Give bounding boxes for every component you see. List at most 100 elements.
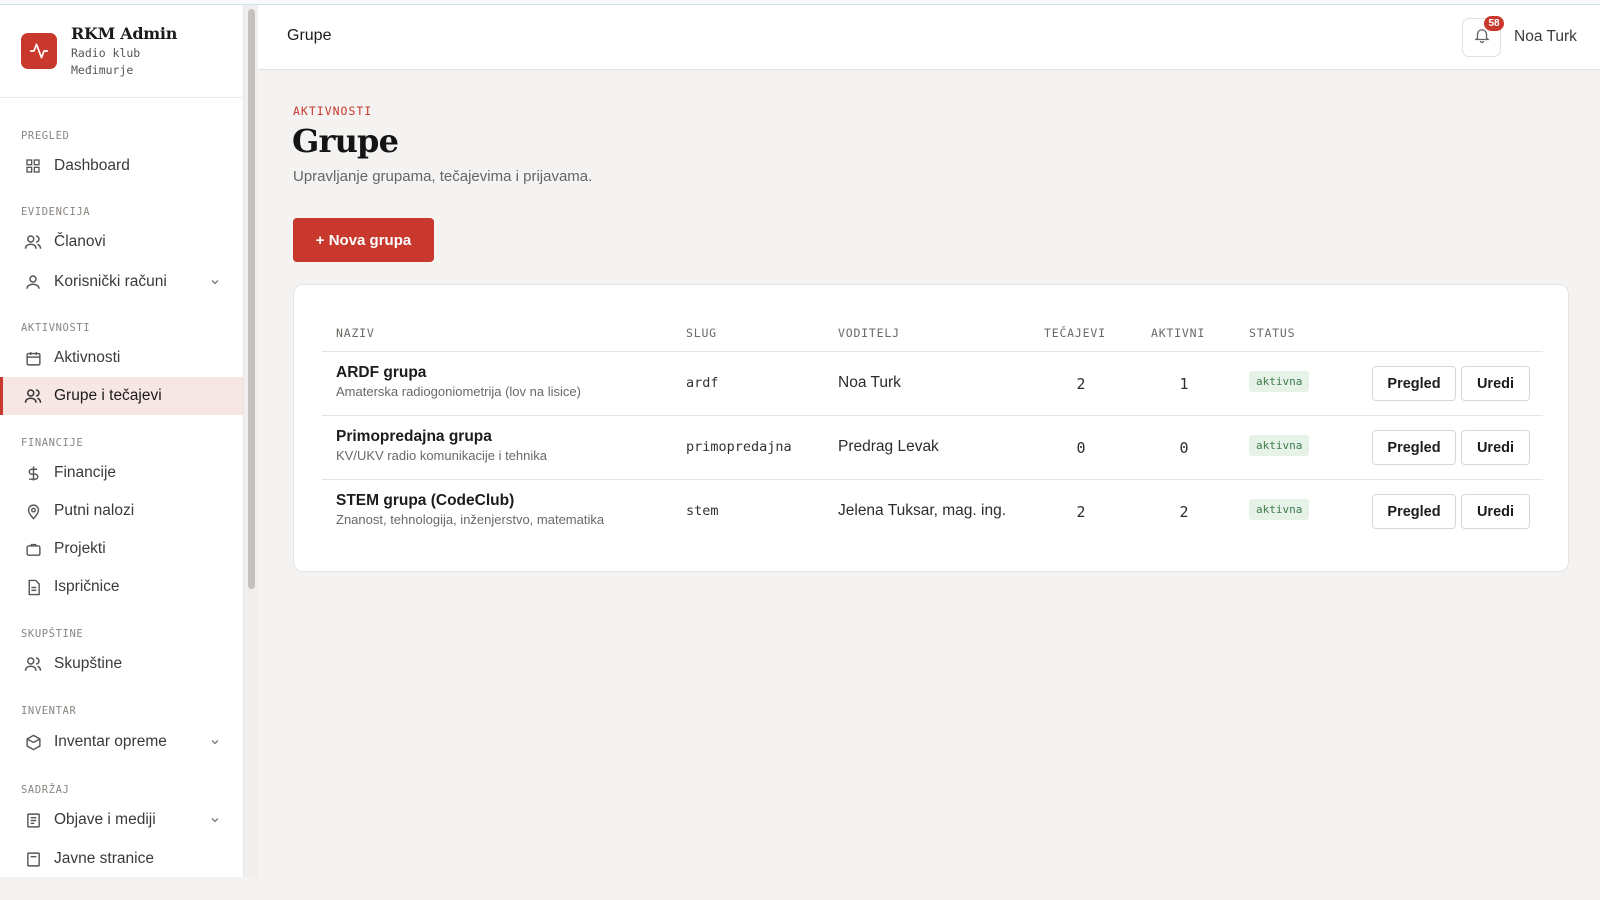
chevron-down-icon: [209, 813, 221, 831]
group-leader: Predrag Levak: [838, 438, 939, 455]
column-header-tecajevi: TEČAJEVI: [1044, 326, 1106, 340]
scrollbar-thumb[interactable]: [248, 9, 255, 589]
sidebar-item-label: Članovi: [54, 233, 106, 250]
map-pin-icon: [24, 502, 42, 520]
view-button[interactable]: Pregled: [1372, 366, 1456, 401]
sidebar-item-clanovi[interactable]: Članovi: [0, 223, 243, 261]
sidebar: RKM Admin Radio klub Međimurje PREGLED D…: [0, 5, 244, 877]
box-icon: [24, 733, 42, 751]
sidebar-item-financije[interactable]: Financije: [0, 454, 243, 492]
sidebar-item-aktivnosti[interactable]: Aktivnosti: [0, 339, 243, 377]
newspaper-icon: [24, 811, 42, 829]
sidebar-item-label: Skupštine: [54, 655, 123, 672]
table-row: Primopredajna grupa KV/UKV radio komunik…: [294, 416, 1570, 479]
chevron-down-icon: [209, 735, 221, 753]
brand-subtitle-line1: Radio klub: [71, 46, 141, 60]
edit-button[interactable]: Uredi: [1461, 430, 1530, 465]
document-icon: [24, 578, 42, 596]
sidebar-item-label: Korisnički računi: [54, 273, 167, 290]
group-slug: ardf: [686, 375, 719, 391]
sidebar-item-label: Grupe i tečajevi: [54, 387, 162, 404]
group-slug: primopredajna: [686, 439, 792, 455]
sidebar-item-label: Javne stranice: [54, 850, 154, 867]
page-eyebrow: AKTIVNOSTI: [293, 104, 373, 118]
sidebar-item-javne-stranice[interactable]: Javne stranice: [0, 840, 243, 877]
group-leader: Jelena Tuksar, mag. ing.: [838, 502, 1007, 519]
sidebar-item-putni-nalozi[interactable]: Putni nalozi: [0, 492, 243, 530]
section-pregled: PREGLED: [21, 130, 70, 142]
status-badge: aktivna: [1249, 499, 1310, 520]
group-courses: 2: [1076, 503, 1086, 521]
sidebar-item-label: Aktivnosti: [54, 349, 121, 366]
section-inventar: INVENTAR: [21, 705, 77, 717]
status-badge: aktivna: [1249, 371, 1310, 392]
sidebar-item-label: Dashboard: [54, 157, 130, 174]
calendar-icon: [24, 349, 42, 367]
page-subtitle: Upravljanje grupama, tečajevima i prijav…: [293, 168, 593, 185]
sidebar-item-label: Ispričnice: [54, 578, 120, 595]
view-button[interactable]: Pregled: [1372, 430, 1456, 465]
sidebar-item-skupstine[interactable]: Skupštine: [0, 645, 243, 683]
view-button[interactable]: Pregled: [1372, 494, 1456, 529]
column-header-status: STATUS: [1249, 326, 1296, 340]
section-aktivnosti: AKTIVNOSTI: [21, 322, 91, 334]
edit-button[interactable]: Uredi: [1461, 366, 1530, 401]
sidebar-item-inventar-opreme[interactable]: Inventar opreme: [0, 723, 243, 761]
users-icon: [24, 387, 42, 405]
sidebar-item-label: Financije: [54, 464, 117, 481]
notification-badge: 58: [1484, 16, 1504, 31]
section-financije: FINANCIJE: [21, 437, 84, 449]
sidebar-item-label: Objave i mediji: [54, 811, 156, 828]
user-icon: [24, 273, 42, 291]
sidebar-item-korisnicki-racuni[interactable]: Korisnički računi: [0, 263, 243, 301]
column-header-aktivni: AKTIVNI: [1151, 326, 1206, 340]
users-icon: [24, 655, 42, 673]
brand-subtitle-line2: Međimurje: [71, 63, 134, 77]
sidebar-scrollbar[interactable]: [244, 5, 258, 877]
section-skupstine: SKUPŠTINE: [21, 628, 84, 640]
column-header-slug: SLUG: [686, 326, 717, 340]
brand[interactable]: RKM Admin Radio klub Međimurje: [0, 5, 243, 98]
edit-button[interactable]: Uredi: [1461, 494, 1530, 529]
users-icon: [24, 233, 42, 251]
briefcase-icon: [24, 540, 42, 558]
groups-table-card: NAZIV SLUG VODITELJ TEČAJEVI AKTIVNI STA…: [293, 284, 1569, 572]
table-row: ARDF grupa Amaterska radiogoniometrija (…: [294, 352, 1570, 415]
header-title: Grupe: [287, 27, 332, 44]
group-description: Amaterska radiogoniometrija (lov na lisi…: [336, 384, 581, 399]
page-icon: [24, 850, 42, 868]
status-badge: aktivna: [1249, 435, 1310, 456]
sidebar-item-label: Putni nalozi: [54, 502, 135, 519]
group-slug: stem: [686, 503, 719, 519]
group-description: KV/UKV radio komunikacije i tehnika: [336, 448, 547, 463]
user-menu[interactable]: Noa Turk: [1514, 28, 1577, 46]
sidebar-item-projekti[interactable]: Projekti: [0, 530, 243, 568]
group-leader: Noa Turk: [838, 374, 901, 391]
sidebar-item-grupe[interactable]: Grupe i tečajevi: [0, 377, 243, 415]
table-row: STEM grupa (CodeClub) Znanost, tehnologi…: [294, 480, 1570, 543]
group-active: 2: [1179, 503, 1189, 521]
group-courses: 2: [1076, 375, 1086, 393]
new-group-button[interactable]: + Nova grupa: [293, 218, 434, 262]
group-active: 0: [1179, 439, 1189, 457]
chevron-down-icon: [209, 275, 221, 293]
sidebar-item-label: Inventar opreme: [54, 733, 167, 750]
group-name: STEM grupa (CodeClub): [336, 492, 515, 509]
group-description: Znanost, tehnologija, inženjerstvo, mate…: [336, 512, 605, 527]
column-header-naziv: NAZIV: [336, 326, 375, 340]
group-active: 1: [1179, 375, 1189, 393]
group-name: Primopredajna grupa: [336, 428, 492, 445]
sidebar-item-ispricnice[interactable]: Ispričnice: [0, 568, 243, 606]
sidebar-item-label: Projekti: [54, 540, 106, 557]
group-name: ARDF grupa: [336, 364, 427, 381]
sidebar-item-dashboard[interactable]: Dashboard: [0, 147, 243, 185]
activity-pulse-icon: [21, 33, 57, 69]
dollar-icon: [24, 464, 42, 482]
sidebar-item-objave-i-mediji[interactable]: Objave i mediji: [0, 801, 243, 839]
grid-icon: [24, 157, 42, 175]
page-title: Grupe: [292, 122, 399, 160]
section-evidencija: EVIDENCIJA: [21, 206, 91, 218]
column-header-voditelj: VODITELJ: [838, 326, 900, 340]
group-courses: 0: [1076, 439, 1086, 457]
top-header: Grupe 58 Noa Turk: [258, 5, 1600, 70]
